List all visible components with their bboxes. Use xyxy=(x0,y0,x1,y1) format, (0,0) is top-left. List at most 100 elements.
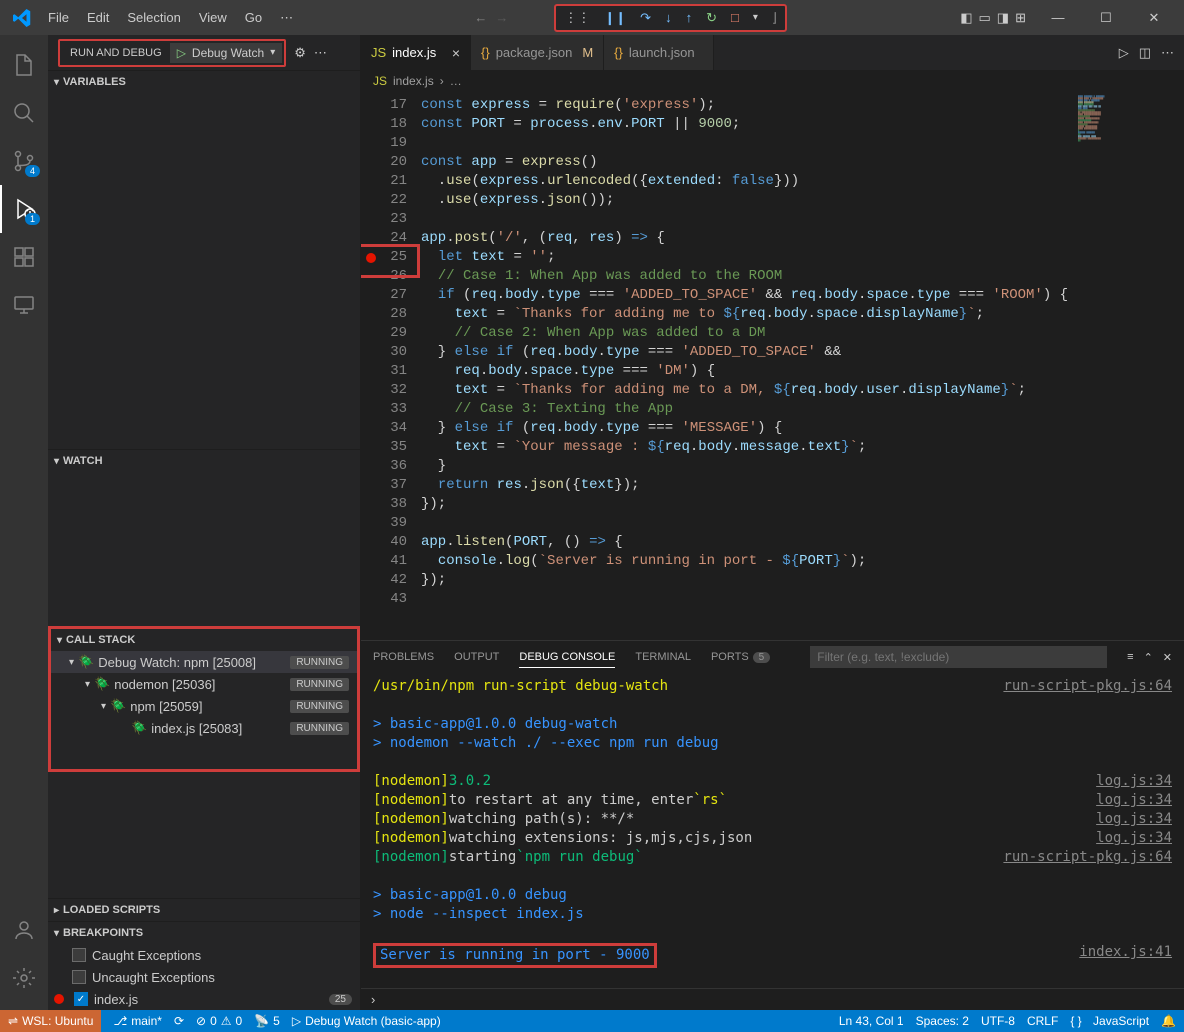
source-link[interactable]: log.js:34 xyxy=(1096,829,1172,848)
status-spaces[interactable]: Spaces: 2 xyxy=(916,1014,969,1028)
window-close-icon[interactable]: ✕ xyxy=(1132,1,1176,35)
panel-tab-output[interactable]: OUTPUT xyxy=(454,647,499,667)
tab-package-json[interactable]: {}package.jsonM xyxy=(471,35,604,70)
bug-icon: 🪲 xyxy=(110,698,126,714)
section-breakpoints-header[interactable]: ▾BREAKPOINTS xyxy=(48,922,360,944)
breakpoint-dot-icon[interactable] xyxy=(366,253,376,263)
title-bar: File Edit Selection View Go ⋯ ← → ⋮⋮ ❙❙ … xyxy=(0,0,1184,35)
status-ports[interactable]: 📡5 xyxy=(254,1014,280,1028)
watch-body xyxy=(48,472,360,626)
source-link[interactable]: log.js:34 xyxy=(1096,810,1172,829)
panel-tab-terminal[interactable]: TERMINAL xyxy=(635,647,691,667)
debug-step-out-icon[interactable]: ↑ xyxy=(684,8,695,27)
activity-explorer-icon[interactable] xyxy=(0,41,48,89)
source-link[interactable]: run-script-pkg.js:64 xyxy=(1003,848,1172,867)
panel-tab-debug-console[interactable]: DEBUG CONSOLE xyxy=(519,647,615,668)
debug-console-output[interactable]: /usr/bin/npm run-script debug-watchrun-s… xyxy=(361,673,1184,988)
callstack-row[interactable]: ▾🪲Debug Watch: npm [25008]RUNNING xyxy=(51,651,357,673)
close-icon[interactable]: × xyxy=(452,45,460,61)
window-maximize-icon[interactable]: ☐ xyxy=(1084,1,1128,35)
menu-view[interactable]: View xyxy=(191,6,235,30)
tab-actions-more-icon[interactable]: ⋯ xyxy=(1161,45,1174,61)
layout-primary-icon[interactable]: ◧ xyxy=(960,10,972,26)
debug-config-chevron-icon[interactable]: ▾ xyxy=(751,10,760,25)
status-sync[interactable]: ⟳ xyxy=(174,1014,184,1028)
debug-more-icon[interactable]: ⋯ xyxy=(314,45,327,61)
status-errors[interactable]: ⊘0 ⚠0 xyxy=(196,1014,242,1028)
panel-tab-problems[interactable]: PROBLEMS xyxy=(373,647,434,667)
callstack-row[interactable]: ▾🪲npm [25059]RUNNING xyxy=(51,695,357,717)
layout-customize-icon[interactable]: ⊞ xyxy=(1015,10,1026,26)
layout-secondary-icon[interactable]: ◨ xyxy=(997,10,1009,26)
debug-toolbar: ⋮⋮ ❙❙ ↷ ↓ ↑ ↻ □ ▾ ⌋ xyxy=(554,4,787,32)
debug-restart-icon[interactable]: ↻ xyxy=(704,8,719,28)
callstack-row[interactable]: ▾🪲nodemon [25036]RUNNING xyxy=(51,673,357,695)
status-lang[interactable]: { } JavaScript xyxy=(1070,1014,1149,1028)
bp-uncaught[interactable]: Uncaught Exceptions xyxy=(48,966,360,988)
menu-file[interactable]: File xyxy=(40,6,77,30)
nav-back-icon[interactable]: ← xyxy=(474,10,487,25)
activity-remote-icon[interactable] xyxy=(0,281,48,329)
activity-debug-icon[interactable]: 1 xyxy=(0,185,48,233)
activity-extensions-icon[interactable] xyxy=(0,233,48,281)
minimap[interactable]: ████ ███████ █ ███████████ ████ █ ██████… xyxy=(1074,92,1184,640)
nav-forward-icon[interactable]: → xyxy=(495,10,508,25)
section-variables-header[interactable]: ▾VARIABLES xyxy=(48,71,360,93)
activity-settings-icon[interactable] xyxy=(0,954,48,1002)
debug-pause-icon[interactable]: ❙❙ xyxy=(602,8,628,28)
status-branch[interactable]: ⎇main* xyxy=(113,1014,162,1028)
section-callstack-header[interactable]: ▾CALL STACK xyxy=(51,629,357,651)
variables-body xyxy=(48,93,360,449)
tab-index-js[interactable]: JSindex.js× xyxy=(361,35,471,70)
debug-run-icon: ▷ xyxy=(292,1014,301,1028)
status-remote[interactable]: ⇌WSL: Ubuntu xyxy=(0,1010,101,1032)
activity-account-icon[interactable] xyxy=(0,906,48,954)
modified-badge: M xyxy=(582,45,593,60)
section-loadedscripts-header[interactable]: ▸LOADED SCRIPTS xyxy=(48,899,360,921)
menu-more[interactable]: ⋯ xyxy=(272,6,301,30)
source-link[interactable]: run-script-pkg.js:64 xyxy=(1003,677,1172,696)
menu-go[interactable]: Go xyxy=(237,6,270,30)
source-link[interactable]: index.js:41 xyxy=(1079,943,1172,968)
section-watch-header[interactable]: ▾WATCH xyxy=(48,450,360,472)
panel-collapse-icon[interactable]: ⌃ xyxy=(1144,651,1153,664)
debug-settings-icon[interactable]: ⚙ xyxy=(294,45,306,61)
debug-step-into-icon[interactable]: ↓ xyxy=(663,8,674,27)
chevron-down-icon: ▾ xyxy=(270,47,275,58)
editor-tabs: JSindex.js×{}package.jsonM{}launch.json … xyxy=(361,35,1184,70)
bp-caught[interactable]: Caught Exceptions xyxy=(48,944,360,966)
debug-console-input[interactable]: › xyxy=(361,988,1184,1010)
status-notifications-icon[interactable]: 🔔 xyxy=(1161,1014,1176,1028)
source-link[interactable]: log.js:34 xyxy=(1096,791,1172,810)
sync-icon: ⟳ xyxy=(174,1014,184,1028)
tab-actions-split-icon[interactable]: ◫ xyxy=(1139,45,1151,61)
layout-panel-icon[interactable]: ▭ xyxy=(979,10,991,26)
menu-edit[interactable]: Edit xyxy=(79,6,117,30)
debug-stop-icon[interactable]: □ xyxy=(729,8,741,27)
breadcrumb[interactable]: JS index.js › … xyxy=(361,70,1184,92)
bp-file[interactable]: ✓index.js25 xyxy=(48,988,360,1010)
status-eol[interactable]: CRLF xyxy=(1027,1014,1058,1028)
debug-step-over-icon[interactable]: ↷ xyxy=(638,8,653,28)
debug-config-selector[interactable]: ▷ Debug Watch ▾ xyxy=(170,43,283,63)
callstack-row[interactable]: 🪲index.js [25083]RUNNING xyxy=(51,717,357,739)
menu-selection[interactable]: Selection xyxy=(119,6,188,30)
tab-launch-json[interactable]: {}launch.json xyxy=(604,35,714,70)
debug-filter-input[interactable] xyxy=(810,646,1107,668)
source-link[interactable]: log.js:34 xyxy=(1096,772,1172,791)
code-editor[interactable]: 1718192021222324252627282930313233343536… xyxy=(361,92,1184,640)
activity-source-control-icon[interactable]: 4 xyxy=(0,137,48,185)
panel-close-icon[interactable]: ✕ xyxy=(1163,651,1172,664)
debug-extra-icon[interactable]: ⌋ xyxy=(770,8,779,28)
debug-drag-icon[interactable]: ⋮⋮ xyxy=(562,8,592,28)
panel-tab-ports[interactable]: PORTS5 xyxy=(711,647,770,667)
json-icon: {} xyxy=(614,45,623,60)
panel-clear-icon[interactable]: ≡ xyxy=(1127,651,1133,664)
status-debug[interactable]: ▷Debug Watch (basic-app) xyxy=(292,1014,441,1028)
status-encoding[interactable]: UTF-8 xyxy=(981,1014,1015,1028)
status-lncol[interactable]: Ln 43, Col 1 xyxy=(839,1014,904,1028)
window-minimize-icon[interactable]: — xyxy=(1036,1,1080,35)
activity-search-icon[interactable] xyxy=(0,89,48,137)
bug-icon: 🪲 xyxy=(78,654,94,670)
tab-actions-play-icon[interactable]: ▷ xyxy=(1119,45,1129,61)
